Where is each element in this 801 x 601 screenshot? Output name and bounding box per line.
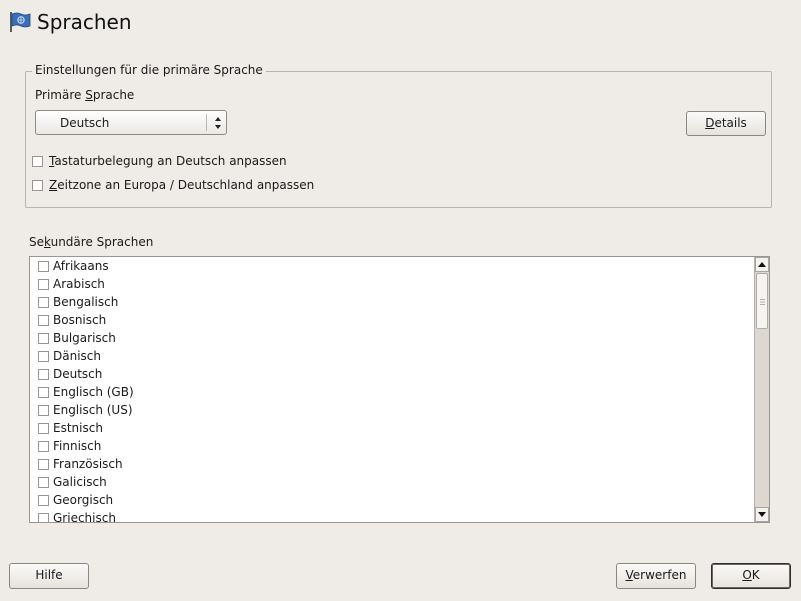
language-name: Dänisch xyxy=(53,349,101,363)
language-checkbox[interactable] xyxy=(38,423,49,434)
language-list-item[interactable]: Englisch (GB) xyxy=(30,383,754,401)
timezone-adapt-label[interactable]: Zeitzone an Europa / Deutschland anpasse… xyxy=(49,177,314,193)
language-checkbox[interactable] xyxy=(38,495,49,506)
language-name: Afrikaans xyxy=(53,259,109,273)
selected-language-value: Deutsch xyxy=(60,116,110,130)
primary-group-title: Einstellungen für die primäre Sprache xyxy=(32,62,266,78)
language-flag-icon xyxy=(10,12,31,32)
language-name: Englisch (US) xyxy=(53,403,133,417)
discard-button[interactable]: Verwerfen xyxy=(616,563,696,589)
language-name: Georgisch xyxy=(53,493,114,507)
updown-arrows-icon xyxy=(215,117,221,129)
language-items: Afrikaans Arabisch Bengalisch Bosnisch Bulga… xyxy=(30,257,754,523)
keyboard-adapt-checkbox[interactable] xyxy=(32,156,43,167)
language-name: Englisch (GB) xyxy=(53,385,134,399)
scroll-thumb[interactable] xyxy=(756,273,768,329)
language-list-item[interactable]: Estnisch xyxy=(30,419,754,437)
language-name: Deutsch xyxy=(53,367,103,381)
language-name: Finnisch xyxy=(53,439,102,453)
grip-icon xyxy=(760,299,765,305)
secondary-languages-list[interactable]: Afrikaans Arabisch Bengalisch Bosnisch Bulga… xyxy=(29,256,770,523)
language-name: Arabisch xyxy=(53,277,105,291)
ok-button[interactable]: OK xyxy=(711,563,791,589)
language-name: Griechisch xyxy=(53,511,116,523)
keyboard-adapt-label[interactable]: Tastaturbelegung an Deutsch anpassen xyxy=(49,153,287,169)
select-divider xyxy=(206,114,207,131)
language-list-item[interactable]: Englisch (US) xyxy=(30,401,754,419)
language-checkbox[interactable] xyxy=(38,297,49,308)
list-scrollbar[interactable] xyxy=(754,257,769,522)
primary-language-select[interactable]: Deutsch xyxy=(35,110,227,135)
language-list-item[interactable]: Dänisch xyxy=(30,347,754,365)
language-checkbox[interactable] xyxy=(38,477,49,488)
language-list-item[interactable]: Finnisch xyxy=(30,437,754,455)
language-checkbox[interactable] xyxy=(38,369,49,380)
language-checkbox[interactable] xyxy=(38,441,49,452)
primary-language-label: Primäre Sprache xyxy=(35,88,135,102)
language-checkbox[interactable] xyxy=(38,351,49,362)
language-list-item[interactable]: Bulgarisch xyxy=(30,329,754,347)
language-name: Bengalisch xyxy=(53,295,119,309)
language-name: Bulgarisch xyxy=(53,331,116,345)
help-button[interactable]: Hilfe xyxy=(9,563,89,589)
timezone-adapt-checkbox[interactable] xyxy=(32,180,43,191)
scroll-down-arrow-icon[interactable] xyxy=(755,507,769,522)
scroll-up-arrow-icon[interactable] xyxy=(755,257,769,272)
secondary-languages-label: Sekundäre Sprachen xyxy=(29,235,154,249)
language-checkbox[interactable] xyxy=(38,279,49,290)
language-checkbox[interactable] xyxy=(38,459,49,470)
language-name: Estnisch xyxy=(53,421,103,435)
language-list-item[interactable]: Deutsch xyxy=(30,365,754,383)
language-list-item[interactable]: Afrikaans xyxy=(30,257,754,275)
page-title: Sprachen xyxy=(37,10,132,34)
language-checkbox[interactable] xyxy=(38,387,49,398)
language-checkbox[interactable] xyxy=(38,261,49,272)
language-checkbox[interactable] xyxy=(38,513,49,522)
language-list-item[interactable]: Bengalisch xyxy=(30,293,754,311)
language-list-item[interactable]: Georgisch xyxy=(30,491,754,509)
details-button[interactable]: Details xyxy=(686,111,766,136)
language-checkbox[interactable] xyxy=(38,333,49,344)
language-list-item[interactable]: Galicisch xyxy=(30,473,754,491)
language-list-item[interactable]: Griechisch xyxy=(30,509,754,523)
language-checkbox[interactable] xyxy=(38,405,49,416)
language-checkbox[interactable] xyxy=(38,315,49,326)
language-name: Französisch xyxy=(53,457,123,471)
language-name: Galicisch xyxy=(53,475,107,489)
language-list-item[interactable]: Arabisch xyxy=(30,275,754,293)
language-list-item[interactable]: Französisch xyxy=(30,455,754,473)
language-name: Bosnisch xyxy=(53,313,107,327)
language-list-item[interactable]: Bosnisch xyxy=(30,311,754,329)
